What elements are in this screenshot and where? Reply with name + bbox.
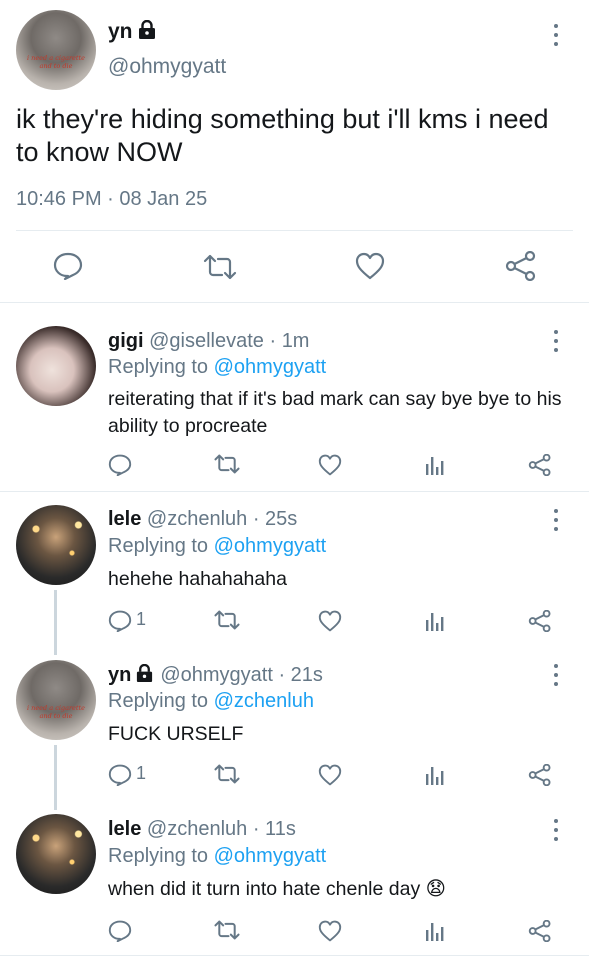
replying-to-link[interactable]: @ohmygyatt — [214, 535, 327, 557]
reply-header[interactable]: gigi @gisellevate · 1m — [108, 330, 309, 353]
reply-icon[interactable] — [108, 610, 132, 632]
divider — [16, 230, 573, 231]
replying-to: Replying to @ohmygyatt — [108, 356, 326, 379]
like-icon[interactable] — [318, 764, 342, 786]
author-handle-time: @gisellevate · 1m — [149, 330, 310, 352]
more-options-icon[interactable] — [552, 664, 560, 686]
more-options-icon[interactable] — [552, 24, 560, 46]
retweet-icon[interactable] — [213, 764, 241, 784]
retweet-icon[interactable] — [202, 254, 238, 280]
author-name: lele — [108, 508, 142, 530]
like-icon[interactable] — [355, 252, 385, 280]
reply-icon[interactable] — [108, 454, 132, 476]
share-icon[interactable] — [505, 251, 537, 281]
avatar[interactable] — [16, 326, 96, 406]
analytics-icon[interactable] — [425, 454, 445, 476]
tweet-timestamp: 10:46 PM · 08 Jan 25 — [16, 188, 208, 210]
replying-to: Replying to @ohmygyatt — [108, 535, 326, 558]
reply-text: hehehe hahahahaha — [108, 568, 287, 590]
retweet-icon[interactable] — [213, 454, 241, 474]
author-name-text: yn — [108, 20, 133, 43]
reply-count: 1 — [136, 763, 147, 783]
share-icon[interactable] — [528, 454, 552, 476]
divider — [0, 955, 589, 956]
lock-icon — [135, 664, 154, 683]
analytics-icon[interactable] — [425, 764, 445, 786]
reply-icon[interactable] — [108, 920, 132, 942]
analytics-icon[interactable] — [425, 920, 445, 942]
replying-to-label: Replying to — [108, 535, 214, 557]
author-handle-time: @zchenluh · 25s — [146, 508, 298, 530]
retweet-icon[interactable] — [213, 610, 241, 630]
thread-line — [54, 590, 57, 655]
author-handle-time: @zchenluh · 11s — [146, 818, 296, 840]
replying-to: Replying to @zchenluh — [108, 690, 314, 713]
replying-to-label: Replying to — [108, 356, 214, 378]
like-icon[interactable] — [318, 454, 342, 476]
avatar[interactable] — [16, 814, 96, 894]
like-icon[interactable] — [318, 610, 342, 632]
divider — [0, 302, 589, 303]
retweet-icon[interactable] — [213, 920, 241, 940]
divider — [0, 491, 589, 492]
replying-to-label: Replying to — [108, 690, 214, 712]
avatar[interactable] — [16, 505, 96, 585]
reply-icon[interactable] — [53, 252, 83, 280]
more-options-icon[interactable] — [552, 819, 560, 841]
share-icon[interactable] — [528, 764, 552, 786]
avatar-caption: i need a cigarette and to die — [27, 54, 85, 70]
share-icon[interactable] — [528, 610, 552, 632]
replying-to-link[interactable]: @zchenluh — [214, 690, 314, 712]
reply-text: reiterating that if it's bad mark can sa… — [108, 388, 562, 437]
more-options-icon[interactable] — [552, 509, 560, 531]
reply-header[interactable]: yn @ohmygyatt · 21s — [108, 664, 323, 687]
tweet-text: ik they're hiding something but i'll kms… — [16, 104, 549, 167]
replying-to-link[interactable]: @ohmygyatt — [214, 845, 327, 867]
author-name: yn — [108, 664, 132, 686]
author-name: lele — [108, 818, 142, 840]
replying-to-link[interactable]: @ohmygyatt — [214, 356, 327, 378]
avatar[interactable]: i need a cigarette and to die — [16, 10, 96, 90]
thread-line — [54, 745, 57, 810]
lock-icon — [137, 20, 157, 40]
reply-header[interactable]: lele @zchenluh · 25s — [108, 508, 297, 531]
replying-to: Replying to @ohmygyatt — [108, 845, 326, 868]
reply-text: when did it turn into hate chenle day 😧 — [108, 878, 446, 900]
share-icon[interactable] — [528, 920, 552, 942]
replying-to-label: Replying to — [108, 845, 214, 867]
analytics-icon[interactable] — [425, 610, 445, 632]
author-handle-time: @ohmygyatt · 21s — [160, 664, 323, 686]
reply-icon[interactable] — [108, 764, 132, 786]
reply-header[interactable]: lele @zchenluh · 11s — [108, 818, 296, 841]
reply-text: FUCK URSELF — [108, 723, 244, 745]
author-name[interactable]: yn — [108, 20, 157, 44]
avatar[interactable]: i need a cigarette and to die — [16, 660, 96, 740]
author-name: gigi — [108, 330, 144, 352]
avatar-caption: i need a cigarette and to die — [27, 704, 85, 720]
author-handle[interactable]: @ohmygyatt — [108, 55, 226, 79]
more-options-icon[interactable] — [552, 330, 560, 352]
like-icon[interactable] — [318, 920, 342, 942]
reply-count: 1 — [136, 609, 147, 629]
